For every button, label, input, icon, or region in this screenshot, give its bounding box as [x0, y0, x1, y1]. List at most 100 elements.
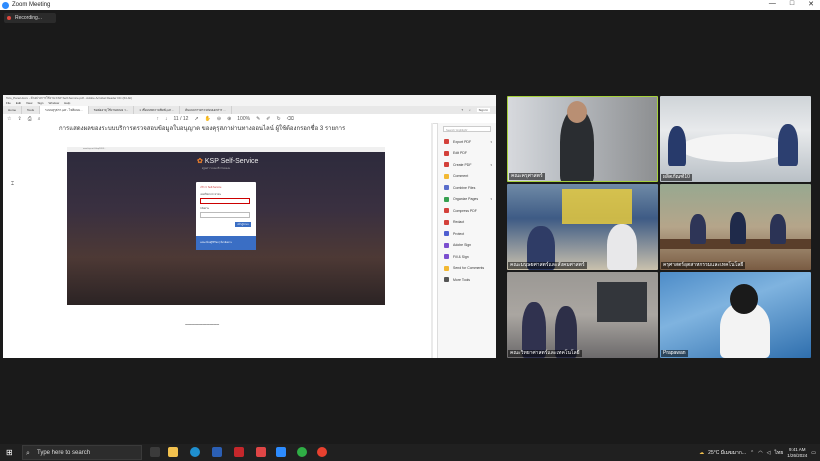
zoom-in-icon[interactable]: ⊕: [227, 116, 231, 122]
tool-item[interactable]: Create PDF ▾: [438, 159, 496, 171]
weather-icon: ☁: [699, 449, 705, 456]
login-box: บริการ Self-Service เลขที่บัตรประชาชน รห…: [196, 182, 256, 250]
select-cursor-icon[interactable]: ➚: [194, 116, 198, 122]
tool-icon: [444, 173, 449, 179]
embedded-screenshot: www.ksp.or.th/ksp2018/... ✿ KSP Self-Ser…: [67, 147, 385, 305]
bookmark-icon[interactable]: ☆: [7, 116, 11, 122]
tool-icon: [444, 242, 449, 248]
tab-document-4[interactable]: ต้นแบบการตรวจสอบเอกสาร ...: [180, 106, 232, 114]
tool-label: Redact: [453, 220, 465, 225]
tool-item[interactable]: More Tools: [438, 274, 496, 286]
word-icon[interactable]: [212, 447, 222, 457]
edge-icon[interactable]: [190, 447, 200, 457]
chevron-down-icon[interactable]: ▾: [490, 197, 492, 201]
participant-name: คณะวิทยาศาสตร์และเทคโนโลยี: [508, 350, 582, 357]
notification-icon[interactable]: ▭: [811, 450, 816, 456]
tab-document-3[interactable]: 1 เชื่อมบทความพิมพ์.pdf ...: [134, 106, 181, 114]
zoom-out-icon[interactable]: ⊖: [217, 116, 221, 122]
bell-icon[interactable]: ♪: [469, 108, 471, 112]
tool-label: Edit PDF: [453, 151, 468, 156]
next-page-icon[interactable]: ↓: [165, 116, 168, 122]
tool-item[interactable]: Export PDF ▾: [438, 136, 496, 148]
chevron-up-icon[interactable]: ⌃: [750, 450, 754, 456]
zoom-icon[interactable]: [276, 447, 286, 457]
screenshot-url-bar: www.ksp.or.th/ksp2018/...: [67, 147, 385, 152]
print-icon[interactable]: ⎙: [28, 116, 32, 122]
username-field[interactable]: [200, 198, 250, 204]
password-field[interactable]: [200, 212, 250, 218]
sign-in-button[interactable]: Sign In: [476, 108, 490, 112]
task-view-icon[interactable]: [150, 447, 160, 457]
hand-icon[interactable]: ✋: [205, 116, 211, 122]
video-tile[interactable]: Prapawan: [660, 272, 811, 358]
tab-tools[interactable]: Tools: [22, 106, 41, 114]
ksp-title: KSP Self-Service: [204, 157, 259, 165]
file-explorer-icon[interactable]: [168, 447, 178, 457]
comment-icon[interactable]: ✎: [256, 116, 260, 122]
wifi-icon[interactable]: ◠: [758, 450, 762, 456]
line-icon[interactable]: [297, 447, 307, 457]
tool-item[interactable]: Fill & Sign: [438, 251, 496, 263]
tool-item[interactable]: Protect: [438, 228, 496, 240]
tab-document-2[interactable]: ขอต่ออายุ ใช้งานคลอง ว...: [89, 106, 135, 114]
close-button[interactable]: ✕: [808, 0, 814, 8]
recording-label: Recording...: [15, 15, 42, 21]
page-indicator[interactable]: 11 / 12: [174, 116, 189, 122]
participant-figure: [730, 212, 746, 244]
tab-document-1[interactable]: ระบบคุรุสภา.pdf - ไฟล์แนบ...: [40, 106, 89, 114]
windows-start-icon[interactable]: ⊞: [6, 449, 13, 457]
tools-pane: Search 'Highlight' Export PDF ▾ Edit PDF Cr…: [437, 123, 496, 358]
tool-item[interactable]: Adobe Sign: [438, 240, 496, 252]
login-header: บริการ Self-Service: [200, 186, 222, 189]
login-footer-links[interactable]: ลงทะเบียนผู้ใช้ใหม่ | ลืมรหัสผ่าน: [196, 236, 256, 245]
acrobat-icon[interactable]: [234, 447, 244, 457]
tool-label: Compress PDF: [453, 208, 477, 213]
help-icon[interactable]: ?: [461, 108, 463, 112]
tool-item[interactable]: Combine Files: [438, 182, 496, 194]
login-button[interactable]: เข้าสู่ระบบ: [235, 222, 251, 227]
recording-indicator[interactable]: Recording...: [4, 13, 56, 23]
tool-item[interactable]: Compress PDF: [438, 205, 496, 217]
recording-dot-icon: [7, 16, 11, 20]
chevron-down-icon[interactable]: ▾: [490, 163, 492, 167]
pdf-scrollbar[interactable]: [431, 123, 433, 358]
meeting-table: [680, 134, 790, 162]
clock[interactable]: 9:41 AM 1/26/2024: [787, 447, 807, 459]
taskbar-search-input[interactable]: ⌕ Type here to search: [22, 445, 142, 460]
participant-figure: [668, 126, 686, 166]
app-icon[interactable]: [256, 447, 266, 457]
tool-item[interactable]: Redact: [438, 217, 496, 229]
tool-item[interactable]: Send for Comments: [438, 263, 496, 275]
tool-icon: [444, 231, 449, 237]
video-tile[interactable]: คณะครุศาสตร์: [507, 96, 658, 182]
maximize-button[interactable]: □: [790, 0, 794, 8]
minimize-button[interactable]: —: [769, 0, 776, 8]
video-tile[interactable]: คณะวิทยาศาสตร์และเทคโนโลยี: [507, 272, 658, 358]
participant-name: ครุศาสตร์อุตสาหกรรมและเทคโนโลยี: [661, 262, 746, 269]
upload-icon[interactable]: ⇪: [17, 116, 21, 122]
language-indicator[interactable]: ไทย: [774, 449, 783, 457]
tool-item[interactable]: Comment: [438, 171, 496, 183]
participant-name: คณะครุศาสตร์: [509, 173, 545, 180]
weather-text[interactable]: 25°C มีเมฆมาก...: [708, 449, 746, 457]
search-icon[interactable]: ⌕: [38, 116, 41, 122]
system-tray: ☁ 25°C มีเมฆมาก... ⌃ ◠ ◁ ไทย 9:41 AM 1/2…: [699, 444, 816, 461]
tool-item[interactable]: Edit PDF: [438, 148, 496, 160]
zoom-level[interactable]: 100%: [237, 116, 250, 122]
video-tile[interactable]: คณะมนุษยศาสตร์และสังคมศาสตร์: [507, 184, 658, 270]
chevron-down-icon[interactable]: ▾: [490, 140, 492, 144]
tool-icon: [444, 277, 449, 283]
tab-home[interactable]: Home: [3, 106, 23, 114]
rotate-icon[interactable]: ↻: [276, 116, 280, 122]
highlight-icon[interactable]: ✐: [266, 116, 270, 122]
clock-date: 1/26/2024: [787, 452, 808, 458]
tool-label: Adobe Sign: [453, 243, 472, 248]
delete-icon[interactable]: ⌫: [287, 116, 294, 122]
volume-icon[interactable]: ◁: [767, 450, 771, 456]
video-tile[interactable]: ครุศาสตร์อุตสาหกรรมและเทคโนโลยี: [660, 184, 811, 270]
chrome-icon[interactable]: [317, 447, 327, 457]
video-tile[interactable]: ผลิตภัณฑ์10: [660, 96, 811, 182]
clock-time: 9:41 AM: [788, 446, 806, 452]
tool-item[interactable]: Organize Pages ▾: [438, 194, 496, 206]
prev-page-icon[interactable]: ↑: [157, 116, 160, 122]
